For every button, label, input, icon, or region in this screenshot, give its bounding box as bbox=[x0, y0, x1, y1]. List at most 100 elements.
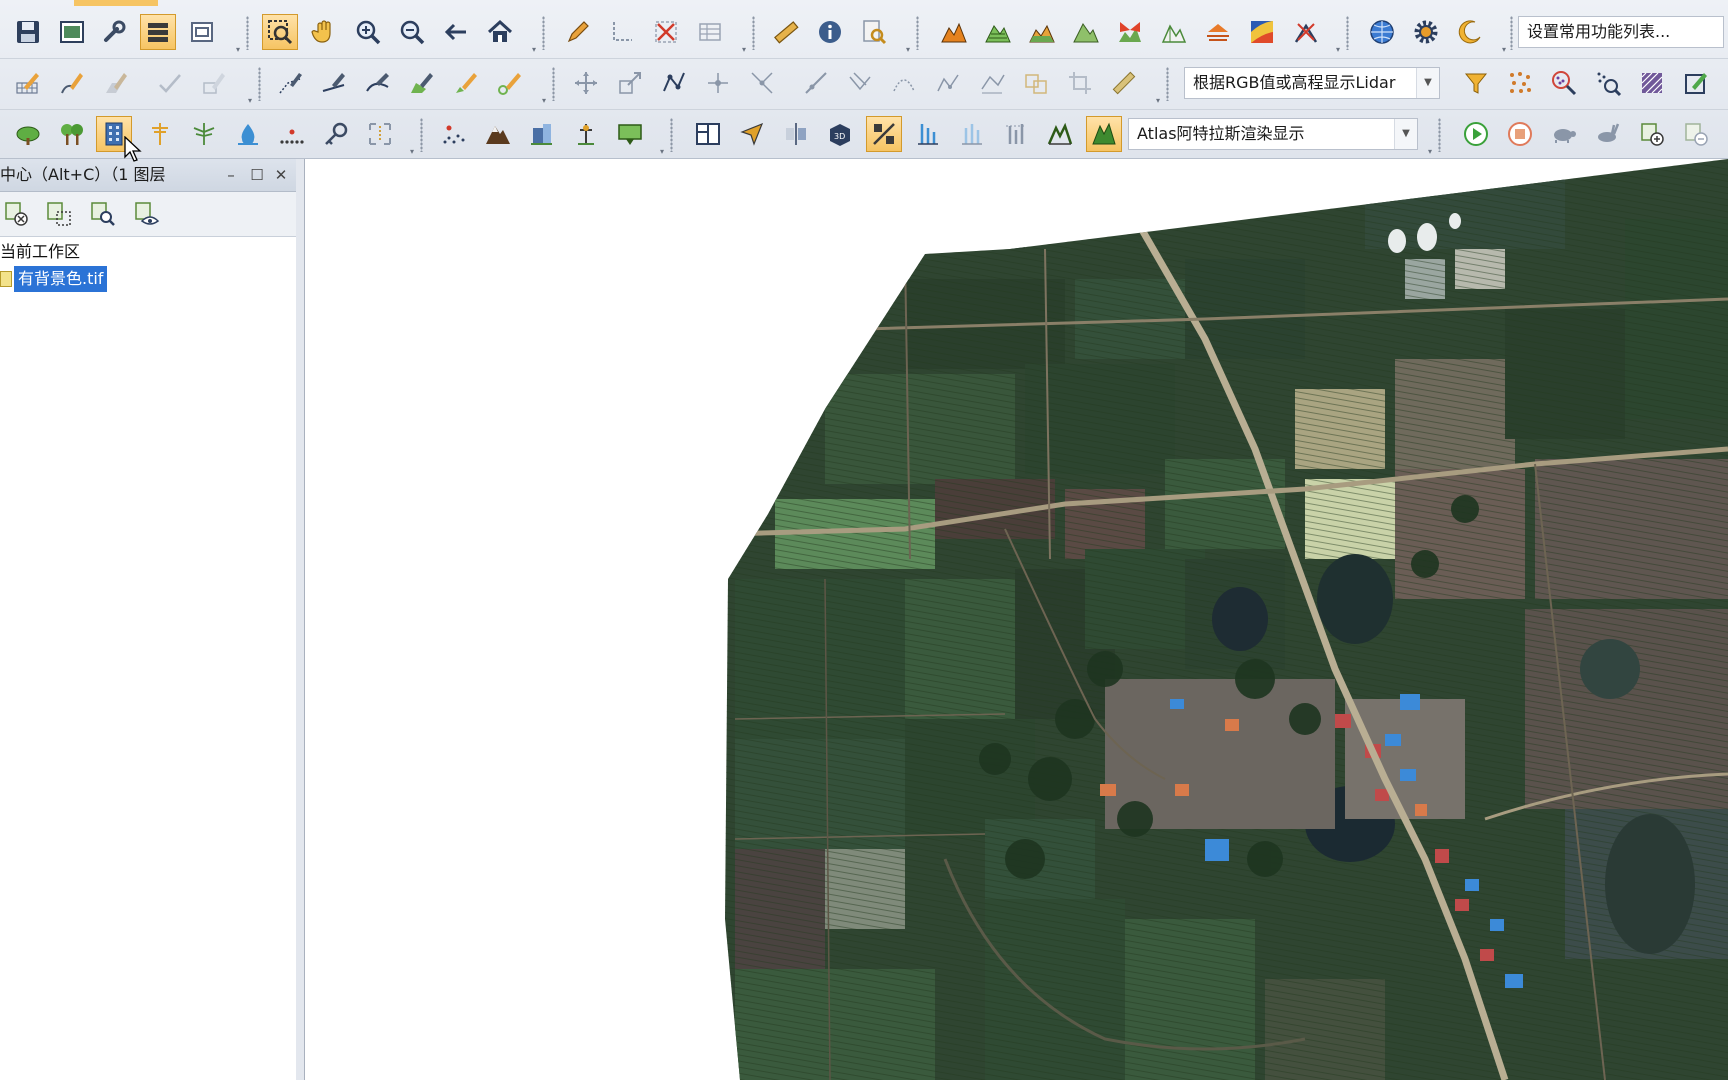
building-3d-icon[interactable] bbox=[524, 116, 560, 152]
attribute-table-icon[interactable] bbox=[692, 14, 728, 50]
toolbar-grip[interactable] bbox=[1510, 16, 1513, 50]
toolbar-grip[interactable] bbox=[258, 67, 261, 101]
info-icon[interactable] bbox=[812, 14, 848, 50]
measure-line-icon[interactable] bbox=[1106, 65, 1142, 101]
terrain-8-icon[interactable] bbox=[1244, 14, 1280, 50]
map-view[interactable] bbox=[305, 159, 1728, 1080]
overflow-arrow-icon[interactable]: ▾ bbox=[530, 46, 538, 54]
arrow-fly-icon[interactable] bbox=[734, 116, 770, 152]
generalize-icon[interactable] bbox=[974, 65, 1010, 101]
tree-2-icon[interactable] bbox=[54, 116, 90, 152]
height-1-icon[interactable] bbox=[910, 116, 946, 152]
simplify-icon[interactable] bbox=[930, 65, 966, 101]
draw-curve-icon[interactable] bbox=[360, 65, 396, 101]
gear-icon[interactable] bbox=[1408, 14, 1444, 50]
edit-line-icon[interactable] bbox=[54, 65, 90, 101]
stop-icon[interactable] bbox=[1502, 116, 1538, 152]
antenna-icon[interactable] bbox=[186, 116, 222, 152]
layer-visibility-icon[interactable] bbox=[130, 198, 164, 230]
select-vertex-icon[interactable] bbox=[604, 14, 640, 50]
draw-node-icon[interactable] bbox=[492, 65, 528, 101]
layout-icon[interactable] bbox=[54, 14, 90, 50]
chevron-down-icon[interactable]: ▼ bbox=[1416, 68, 1439, 98]
toolbar-grip[interactable] bbox=[542, 16, 545, 50]
height-3-icon[interactable] bbox=[998, 116, 1034, 152]
compare-icon[interactable] bbox=[778, 116, 814, 152]
layers-panel-icon[interactable] bbox=[140, 14, 176, 50]
pole-icon[interactable] bbox=[142, 116, 178, 152]
line-edit-icon[interactable] bbox=[798, 65, 834, 101]
pan-hand-icon[interactable] bbox=[306, 14, 342, 50]
remove-layer-icon[interactable] bbox=[1678, 116, 1714, 152]
draw-points-icon[interactable] bbox=[272, 65, 308, 101]
overflow-arrow-icon[interactable]: ▾ bbox=[658, 148, 666, 156]
back-arrow-icon[interactable] bbox=[438, 14, 474, 50]
overflow-arrow-icon[interactable]: ▾ bbox=[234, 46, 242, 54]
toolbar-grip[interactable] bbox=[552, 67, 555, 101]
map-frame-icon[interactable] bbox=[612, 116, 648, 152]
zoom-in-icon[interactable] bbox=[350, 14, 386, 50]
toolbar-grip[interactable] bbox=[670, 118, 673, 152]
toolbar-grip[interactable] bbox=[1166, 67, 1169, 101]
play-icon[interactable] bbox=[1458, 116, 1494, 152]
home-icon[interactable] bbox=[482, 14, 518, 50]
find-icon[interactable] bbox=[856, 14, 892, 50]
moon-icon[interactable] bbox=[1452, 14, 1488, 50]
terrain-6-icon[interactable] bbox=[1156, 14, 1192, 50]
reshape-icon[interactable] bbox=[842, 65, 878, 101]
edit-grid-icon[interactable] bbox=[10, 65, 46, 101]
maximize-icon[interactable]: ☐ bbox=[246, 159, 268, 191]
terrain-7-icon[interactable] bbox=[1200, 14, 1236, 50]
dot-zoom-icon[interactable] bbox=[1590, 65, 1626, 101]
turtle-icon[interactable] bbox=[1546, 116, 1582, 152]
common-functions-combo[interactable]: 设置常用功能列表... bbox=[1518, 16, 1724, 48]
edit-eraser-icon[interactable] bbox=[98, 65, 134, 101]
split-view-icon[interactable] bbox=[690, 116, 726, 152]
scale-icon[interactable] bbox=[362, 116, 398, 152]
layer-name[interactable]: 有背景色.tif bbox=[14, 266, 108, 292]
filter-icon[interactable] bbox=[1458, 65, 1494, 101]
save-icon[interactable] bbox=[10, 14, 46, 50]
pencil-icon[interactable] bbox=[560, 14, 596, 50]
close-icon[interactable]: ✕ bbox=[270, 159, 292, 191]
toolbar-grip[interactable] bbox=[246, 16, 249, 50]
overflow-arrow-icon[interactable]: ▾ bbox=[740, 46, 748, 54]
overflow-arrow-icon[interactable]: ▾ bbox=[904, 46, 912, 54]
marker-icon[interactable] bbox=[568, 116, 604, 152]
draw-brush-icon[interactable] bbox=[448, 65, 484, 101]
grid-hatch-icon[interactable] bbox=[1634, 65, 1670, 101]
water-drop-icon[interactable] bbox=[230, 116, 266, 152]
lidar-display-combo[interactable]: 根据RGB值或高程显示Lidar ▼ bbox=[1184, 67, 1440, 99]
delete-feature-icon[interactable] bbox=[648, 14, 684, 50]
cluster-icon[interactable] bbox=[1502, 65, 1538, 101]
scatter-icon[interactable] bbox=[436, 116, 472, 152]
minimize-icon[interactable]: – bbox=[220, 159, 242, 191]
ribbon-tab-highlight[interactable] bbox=[74, 0, 158, 6]
zoom-to-layer-icon[interactable] bbox=[86, 198, 120, 230]
terrain-9-icon[interactable] bbox=[1288, 14, 1324, 50]
overflow-arrow-icon[interactable]: ▾ bbox=[246, 97, 254, 105]
draw-line-icon[interactable] bbox=[316, 65, 352, 101]
layer-extent-icon[interactable] bbox=[42, 198, 76, 230]
move-icon[interactable] bbox=[568, 65, 604, 101]
height-2-icon[interactable] bbox=[954, 116, 990, 152]
copy-feature-icon[interactable] bbox=[1018, 65, 1054, 101]
edit-attr-icon[interactable] bbox=[196, 65, 232, 101]
overflow-arrow-icon[interactable]: ▾ bbox=[1500, 46, 1508, 54]
select-zoom-icon[interactable] bbox=[262, 14, 298, 50]
move-vertex-icon[interactable] bbox=[700, 65, 736, 101]
overflow-arrow-icon[interactable]: ▾ bbox=[1154, 97, 1162, 105]
chevron-down-icon[interactable]: ▼ bbox=[1394, 119, 1417, 149]
terrain-1-icon[interactable] bbox=[936, 14, 972, 50]
overflow-arrow-icon[interactable]: ▾ bbox=[1334, 46, 1342, 54]
wrench-icon[interactable] bbox=[96, 14, 132, 50]
point-search-icon[interactable] bbox=[1546, 65, 1582, 101]
panel-splitter[interactable] bbox=[296, 159, 305, 1080]
points-icon[interactable] bbox=[274, 116, 310, 152]
toolbar-grip[interactable] bbox=[420, 118, 423, 152]
draw-polygon-icon[interactable] bbox=[404, 65, 440, 101]
peak-1-icon[interactable] bbox=[1042, 116, 1078, 152]
workspace-node[interactable]: 当前工作区 bbox=[0, 239, 80, 265]
panel-header[interactable]: 中心（Alt+C）（1 图层 – ☐ ✕ bbox=[0, 159, 296, 192]
globe-icon[interactable] bbox=[1364, 14, 1400, 50]
